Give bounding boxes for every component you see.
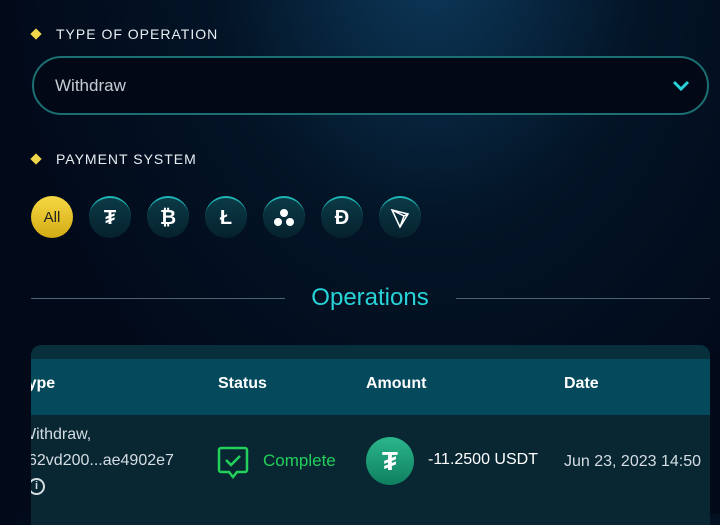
date: Jun 23, 2023 14:50 xyxy=(564,453,702,470)
operation-id: 62vd200...ae4902e7 xyxy=(31,452,174,469)
table-header: Type Status Amount Date xyxy=(31,359,710,415)
chevron-down-icon xyxy=(672,80,690,92)
filter-trx-icon[interactable] xyxy=(379,196,421,238)
filter-usdt-icon[interactable]: ₮ xyxy=(89,196,131,238)
payment-system-label: PAYMENT SYSTEM xyxy=(30,151,197,167)
filter-xrp-icon[interactable] xyxy=(263,196,305,238)
filter-ltc-icon[interactable]: Ł xyxy=(205,196,247,238)
filter-all[interactable]: All xyxy=(31,196,73,238)
diamond-icon xyxy=(30,153,42,165)
divider-right xyxy=(456,298,710,299)
operations-table[interactable]: Type Status Amount Date Withdraw, 62vd20… xyxy=(31,345,710,525)
column-status[interactable]: Status xyxy=(218,375,267,393)
type-of-operation-label: TYPE OF OPERATION xyxy=(30,26,219,42)
filter-btc-icon[interactable]: ₿ xyxy=(147,196,189,238)
filter-doge-icon[interactable]: Đ xyxy=(321,196,363,238)
usdt-icon: ₮ xyxy=(366,437,414,485)
label-text: PAYMENT SYSTEM xyxy=(56,151,197,167)
amount: -11.2500 USDT xyxy=(428,451,538,468)
payment-system-filters: All ₮ ₿ Ł Đ xyxy=(31,196,421,238)
column-type[interactable]: Type xyxy=(31,375,55,393)
column-amount[interactable]: Amount xyxy=(366,375,426,393)
status-complete: Complete xyxy=(263,451,336,470)
info-icon[interactable]: i xyxy=(31,478,45,495)
operation-type-select[interactable]: Withdraw xyxy=(32,56,709,115)
selected-value: Withdraw xyxy=(55,75,126,95)
label-text: TYPE OF OPERATION xyxy=(56,26,219,42)
status-check-icon xyxy=(217,446,249,480)
table-row[interactable]: Withdraw, 62vd200...ae4902e7 i Complete … xyxy=(31,415,710,525)
column-date[interactable]: Date xyxy=(564,375,599,393)
operation-type: Withdraw, xyxy=(31,426,92,443)
diamond-icon xyxy=(30,28,42,40)
